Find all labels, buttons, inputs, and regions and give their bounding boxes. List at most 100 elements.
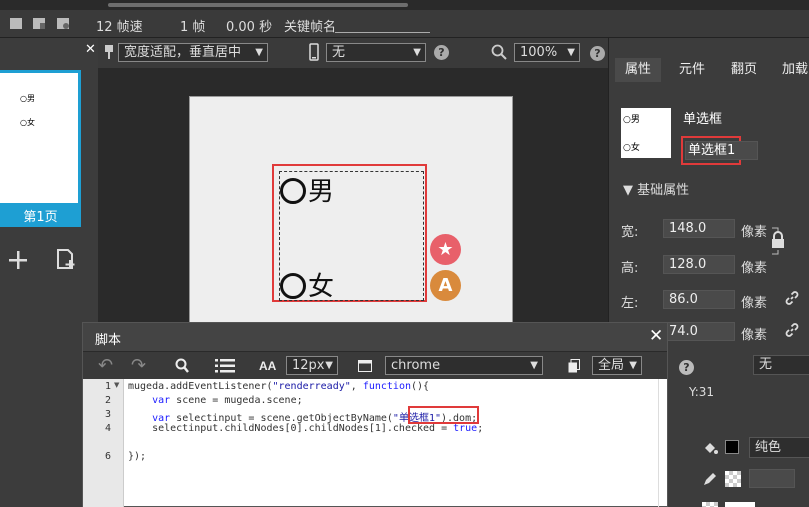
- page-label: 第1页: [23, 210, 58, 225]
- top-input[interactable]: 74.0: [663, 322, 735, 341]
- script-header: 脚本 ✕: [83, 323, 667, 351]
- width-input[interactable]: 148.0: [663, 219, 735, 238]
- chevron-down-icon: ▼: [325, 360, 333, 371]
- radio-option-female[interactable]: 女: [280, 266, 334, 303]
- tab-properties[interactable]: 属性: [615, 58, 661, 82]
- add-page-icon[interactable]: [8, 250, 28, 270]
- duplicate-page-icon[interactable]: [55, 247, 79, 271]
- height-unit: 像素: [741, 261, 768, 276]
- element-name-input[interactable]: 单选框1: [685, 141, 758, 160]
- phone-icon[interactable]: [309, 43, 319, 61]
- shadow-swatch[interactable]: [702, 502, 718, 507]
- help-icon[interactable]: ?: [434, 45, 449, 60]
- link-select[interactable]: 无: [753, 355, 809, 375]
- fold-arrow-icon[interactable]: ▼: [114, 381, 119, 389]
- pin-icon[interactable]: [103, 44, 115, 60]
- zoom-value: 100%: [520, 45, 558, 60]
- zoom-icon[interactable]: [491, 44, 507, 60]
- tab-components[interactable]: 元件: [669, 58, 715, 82]
- keyframe-name-input[interactable]: [335, 16, 430, 33]
- copy-icon[interactable]: [568, 359, 580, 373]
- y-readout: Y:31: [689, 385, 715, 399]
- radio-circle-icon: [280, 178, 306, 204]
- script-panel: 脚本 ✕ ↶ ↷ AA 12px ▼ chrome ▼ 全局 ▼ 1 ▼ 2 3…: [82, 322, 668, 507]
- add-animation-icon[interactable]: ★: [430, 234, 461, 265]
- radio-option-male[interactable]: 男: [280, 171, 334, 208]
- line-gutter: 1 ▼ 2 3 4 6: [83, 379, 124, 507]
- line-number: 4: [104, 423, 111, 434]
- theme-value: chrome: [391, 358, 441, 373]
- fps-readout: 12 帧速: [96, 20, 143, 35]
- stroke-color-swatch[interactable]: [725, 471, 741, 487]
- redo-icon[interactable]: ↷: [131, 355, 146, 376]
- theme-icon: [358, 360, 372, 372]
- height-input[interactable]: 128.0: [663, 255, 735, 274]
- chevron-down-icon: ▼: [629, 360, 637, 371]
- list-icon[interactable]: [215, 359, 235, 373]
- code-line-4: selectinput.childNodes[0].childNodes[1].…: [128, 423, 484, 434]
- chevron-down-icon: ▼: [413, 47, 421, 58]
- chevron-down-icon: ▼: [255, 47, 263, 58]
- print-margin: [658, 379, 659, 507]
- fill-type-select[interactable]: 纯色: [749, 437, 809, 458]
- line-number: 2: [104, 395, 111, 406]
- radio-group-element[interactable]: 男 女: [272, 164, 427, 302]
- collapse-close-icon[interactable]: ✕: [85, 42, 96, 57]
- scope-select[interactable]: 全局 ▼: [592, 356, 642, 375]
- code-editor[interactable]: mugeda.addEventListener("renderready", f…: [125, 379, 667, 507]
- script-toolbar: ↶ ↷ AA 12px ▼ chrome ▼ 全局 ▼: [83, 351, 667, 379]
- height-label: 高:: [621, 261, 639, 276]
- chevron-down-icon: ▼: [530, 360, 538, 371]
- script-title: 脚本: [95, 333, 122, 348]
- tab-loading[interactable]: 加载: [775, 58, 809, 82]
- stroke-width-input[interactable]: [749, 469, 795, 488]
- line-number: 1: [104, 381, 111, 392]
- device-select[interactable]: 无 ▼: [326, 43, 426, 62]
- close-icon[interactable]: ✕: [649, 326, 663, 346]
- zoom-select[interactable]: 100% ▼: [514, 43, 580, 62]
- keyframe-icon[interactable]: [56, 17, 70, 30]
- radio-circle-icon: [280, 273, 306, 299]
- radio-option-label: 女: [308, 272, 335, 302]
- fit-mode-value: 宽度适配，垂直居中: [124, 45, 242, 60]
- line-number: 6: [104, 451, 111, 462]
- section-basic-properties[interactable]: ▼ 基础属性: [623, 179, 689, 198]
- time-readout: 0.00 秒: [226, 20, 273, 35]
- fill-color-swatch[interactable]: [725, 440, 739, 454]
- font-size-select[interactable]: 12px ▼: [286, 356, 338, 375]
- shadow-input[interactable]: [725, 502, 755, 507]
- section-title: 基础属性: [637, 183, 690, 198]
- theme-select[interactable]: chrome ▼: [385, 356, 543, 375]
- fill-bucket-icon[interactable]: [702, 440, 718, 456]
- zoom-help-icon[interactable]: ?: [590, 46, 605, 61]
- chevron-down-icon: ▼: [567, 47, 575, 58]
- frame-readout: 1 帧: [180, 20, 206, 35]
- top-strip: [0, 0, 809, 10]
- width-unit: 像素: [741, 225, 768, 240]
- element-thumbnail: ○男 ○女: [621, 108, 671, 158]
- add-text-icon[interactable]: A: [430, 270, 461, 301]
- link-icon[interactable]: [784, 290, 800, 306]
- code-highlight-box: [408, 406, 479, 424]
- device-value: 无: [332, 45, 346, 60]
- frame-icon[interactable]: [9, 17, 23, 30]
- lock-aspect-icon[interactable]: [770, 226, 786, 256]
- rotation-help-icon[interactable]: ?: [679, 360, 694, 375]
- left-unit: 像素: [741, 296, 768, 311]
- font-size-value: 12px: [292, 358, 325, 373]
- add-frame-icon[interactable]: [32, 17, 46, 30]
- fit-mode-select[interactable]: 宽度适配，垂直居中 ▼: [118, 43, 268, 62]
- pen-icon[interactable]: [702, 471, 718, 487]
- left-input[interactable]: 86.0: [663, 290, 735, 309]
- code-line-6: });: [128, 451, 147, 462]
- code-line-1: mugeda.addEventListener("renderready", f…: [128, 381, 430, 392]
- thumb-option-male: ○男: [20, 94, 35, 103]
- canvas-toolbar: 宽度适配，垂直居中 ▼ 无 ▼ ? 100% ▼ ?: [98, 38, 608, 68]
- horizontal-scrollbar[interactable]: [108, 3, 408, 7]
- page-thumbnail[interactable]: ○男 ○女 第1页: [0, 70, 81, 227]
- tab-page-turn[interactable]: 翻页: [721, 58, 767, 82]
- timeline-bar: 12 帧速 1 帧 0.00 秒 关键帧名: [0, 10, 809, 38]
- undo-icon[interactable]: ↶: [98, 355, 113, 376]
- link-icon[interactable]: [784, 322, 800, 338]
- search-icon[interactable]: [175, 358, 189, 374]
